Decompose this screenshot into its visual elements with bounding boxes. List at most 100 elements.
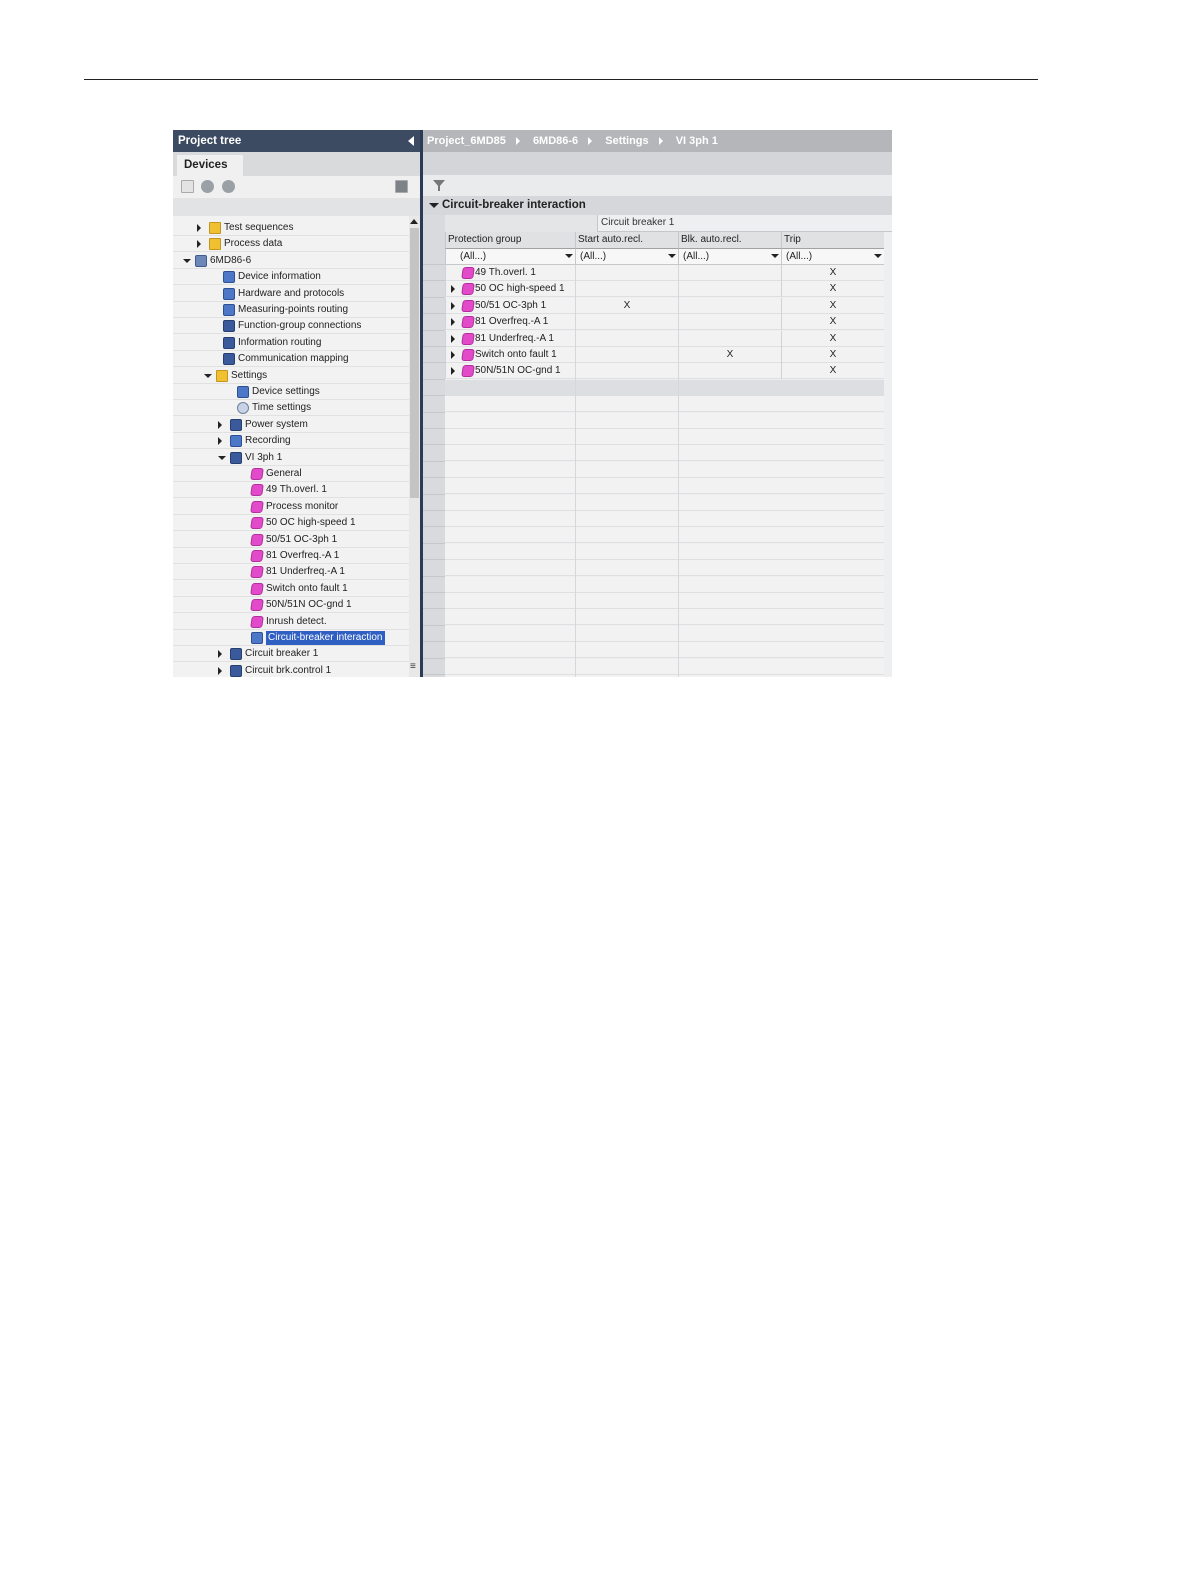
trip-cell[interactable]: X [781,265,884,281]
collapse-section-icon[interactable] [429,203,439,208]
matrix-empty-row[interactable] [445,576,884,593]
trip-cell[interactable]: X [781,330,884,347]
row-header-cell[interactable] [423,429,445,446]
matrix-empty-row[interactable] [445,560,884,577]
row-header-cell[interactable] [423,297,445,315]
tree-item[interactable]: 81 Underfreq.-A 1 [173,564,409,581]
tree-options-icon[interactable] [395,180,408,193]
matrix-empty-row[interactable] [445,494,884,511]
expanded-arrow-icon[interactable] [218,455,226,460]
row-header-cell[interactable] [423,675,445,677]
tree-item[interactable]: Settings [173,368,409,384]
breadcrumb-item-function-group[interactable]: VI 3ph 1 [676,135,718,147]
row-header-cell[interactable] [423,576,445,593]
blk-cell[interactable] [678,265,781,281]
protection-group-cell[interactable]: 49 Th.overl. 1 [445,265,575,281]
collapsed-arrow-icon[interactable] [451,351,455,359]
new-item-icon[interactable] [181,180,194,193]
protection-group-cell[interactable]: 81 Overfreq.-A 1 [445,314,575,331]
protection-group-cell[interactable]: 50 OC high-speed 1 [445,281,575,298]
tree-item[interactable]: Recording [173,433,409,450]
tree-item[interactable]: Process monitor [173,499,409,515]
start-cell[interactable] [575,347,678,363]
protection-group-cell[interactable]: 50N/51N OC-gnd 1 [445,363,575,380]
row-header-cell[interactable] [423,215,445,265]
row-header-cell[interactable] [423,658,445,675]
expanded-arrow-icon[interactable] [183,258,191,263]
scroll-grip-icon[interactable]: ≡ [410,662,416,672]
row-header-cell[interactable] [423,511,445,528]
column-header-blk-auto-recl[interactable]: Blk. auto.recl. [678,232,781,249]
row-header-cell[interactable] [423,445,445,462]
row-header-cell[interactable] [423,347,445,364]
matrix-empty-row[interactable] [445,511,884,527]
row-header-cell[interactable] [423,461,445,479]
collapsed-arrow-icon[interactable] [451,367,455,376]
tree-item[interactable]: 50 OC high-speed 1 [173,515,409,532]
dropdown-icon[interactable] [771,254,779,258]
blk-cell[interactable] [678,314,781,331]
matrix-row[interactable]: Switch onto fault 1 X X [445,347,884,363]
matrix-empty-row[interactable] [445,379,884,396]
tree-item[interactable]: 49 Th.overl. 1 [173,482,409,499]
tab-devices[interactable]: Devices [177,155,243,176]
matrix-empty-row[interactable] [445,412,884,429]
tree-item[interactable]: 50N/51N OC-gnd 1 [173,597,409,614]
collapsed-arrow-icon[interactable] [197,240,201,249]
tree-item[interactable]: Communication mapping [173,351,409,368]
protection-group-cell[interactable]: Switch onto fault 1 [445,347,575,363]
breadcrumb-item-device[interactable]: 6MD86-6 [533,135,578,147]
tree-item[interactable]: 6MD86-6 [173,253,409,269]
matrix-empty-row[interactable] [445,396,884,413]
collapsed-arrow-icon[interactable] [451,301,455,310]
matrix-empty-row[interactable] [445,445,884,462]
tree-item[interactable]: Circuit breaker 1 [173,646,409,663]
tree-item[interactable]: Information routing [173,335,409,351]
tree-item[interactable]: General [173,466,409,482]
row-header-cell[interactable] [423,396,445,413]
matrix-empty-row[interactable] [445,625,884,642]
row-header-cell[interactable] [423,494,445,511]
tree-item[interactable]: Test sequences [173,220,409,236]
blk-cell[interactable] [678,281,781,298]
trip-cell[interactable]: X [781,297,884,314]
collapsed-arrow-icon[interactable] [218,650,222,659]
scroll-thumb[interactable] [410,228,419,498]
tree-item[interactable]: Switch onto fault 1 [173,581,409,597]
matrix-empty-row[interactable] [445,429,884,445]
trip-cell[interactable]: X [781,347,884,363]
dropdown-icon[interactable] [874,254,882,258]
row-header-cell[interactable] [423,363,445,380]
tree-scrollbar[interactable]: ≡ [409,216,420,677]
tree-item[interactable]: Process data [173,236,409,253]
trip-cell[interactable]: X [781,314,884,331]
start-cell[interactable] [575,330,678,347]
column-header-trip[interactable]: Trip [781,232,884,249]
row-header-cell[interactable] [423,478,445,495]
start-cell[interactable]: X [575,297,678,314]
row-header-cell[interactable] [423,281,445,298]
row-header-cell[interactable] [423,265,445,282]
matrix-row[interactable]: 81 Underfreq.-A 1 X [445,330,884,347]
back-icon[interactable] [201,180,214,193]
filter-icon[interactable] [433,180,445,191]
start-cell[interactable] [575,363,678,380]
start-cell[interactable] [575,314,678,331]
row-header-cell[interactable] [423,642,445,659]
collapsed-arrow-icon[interactable] [451,285,455,294]
matrix-row[interactable]: 49 Th.overl. 1 X [445,265,884,281]
row-header-cell[interactable] [423,412,445,429]
blk-cell[interactable]: X [678,347,781,363]
matrix-empty-row[interactable] [445,461,884,478]
row-header-cell[interactable] [423,609,445,626]
tree-item[interactable]: Hardware and protocols [173,286,409,302]
tree-item[interactable]: Time settings [173,400,409,417]
matrix-empty-row[interactable] [445,642,884,659]
matrix-empty-row[interactable] [445,478,884,495]
blk-cell[interactable] [678,363,781,380]
row-header-cell[interactable] [423,379,445,397]
matrix-empty-row[interactable] [445,609,884,626]
row-header-cell[interactable] [423,543,445,561]
section-header[interactable]: Circuit-breaker interaction [423,196,892,215]
breadcrumb-item-project[interactable]: Project_6MD85 [427,135,506,147]
